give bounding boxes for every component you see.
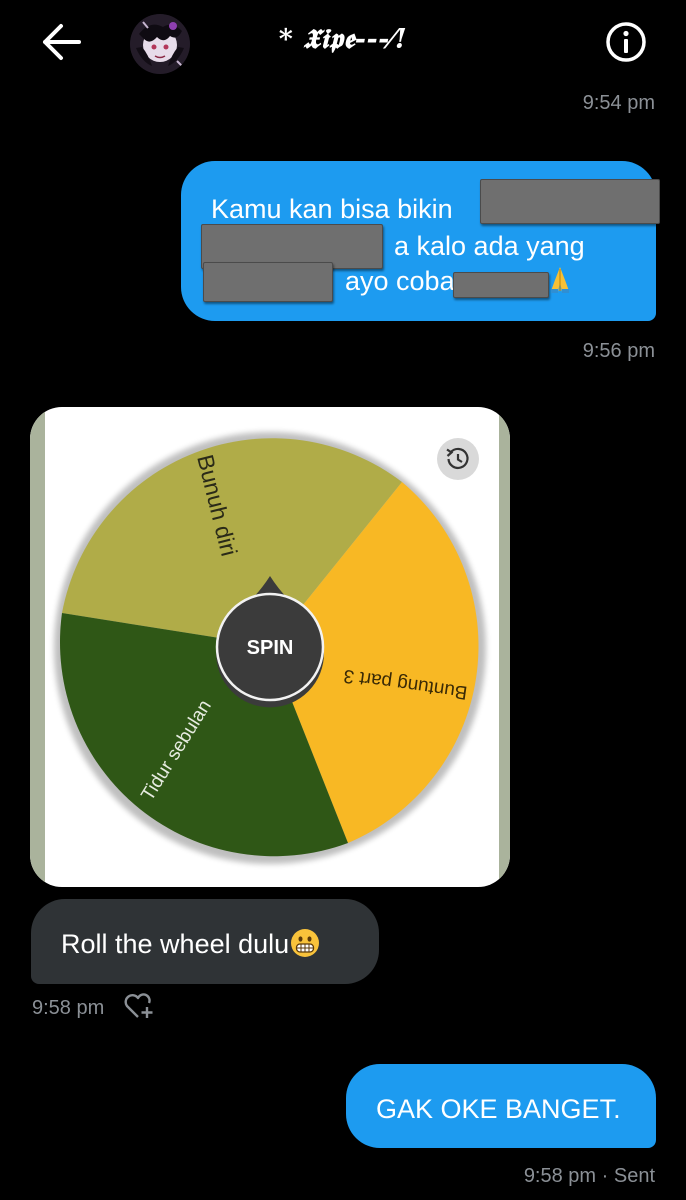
message-text: Roll the wheel dulu (61, 928, 320, 960)
message-timestamp-sent: 9:58 pm · Sent (523, 1165, 655, 1187)
heart-plus-icon (124, 993, 153, 1018)
message-timestamp: 9:58 pm (32, 997, 105, 1019)
info-circle-icon (606, 22, 646, 62)
message-text-line-2: a kalo ada yang (394, 231, 585, 261)
message-text-line-3: ayo coba (345, 266, 455, 296)
message-text-line-1: Kamu kan bisa bikin (211, 194, 453, 224)
react-button[interactable] (123, 991, 155, 1021)
spin-button-label: SPIN (247, 637, 294, 659)
conversation-title[interactable]: * 𝖃𝖎𝖕𝖊---⁄! (0, 24, 686, 56)
grinning-face-emoji-icon (291, 929, 320, 957)
history-button[interactable] (437, 438, 479, 480)
redaction-mark (480, 179, 660, 224)
chat-header: * 𝖃𝖎𝖕𝖊---⁄! (0, 0, 686, 84)
history-icon (446, 447, 469, 470)
sent-message-bubble[interactable]: GAK OKE BANGET. (346, 1064, 656, 1148)
folded-hands-emoji-icon (551, 267, 569, 293)
redaction-mark (203, 262, 333, 302)
message-timestamp: 9:54 pm (582, 92, 655, 114)
info-button[interactable] (604, 20, 648, 64)
message-text: GAK OKE BANGET. (376, 1094, 621, 1124)
redaction-mark (453, 272, 549, 298)
message-timestamp: 9:56 pm (582, 340, 655, 362)
sent-message-bubble[interactable]: Kamu kan bisa bikin a kalo ada yang ayo … (181, 161, 660, 321)
received-message-bubble[interactable]: Roll the wheel dulu (31, 899, 379, 984)
